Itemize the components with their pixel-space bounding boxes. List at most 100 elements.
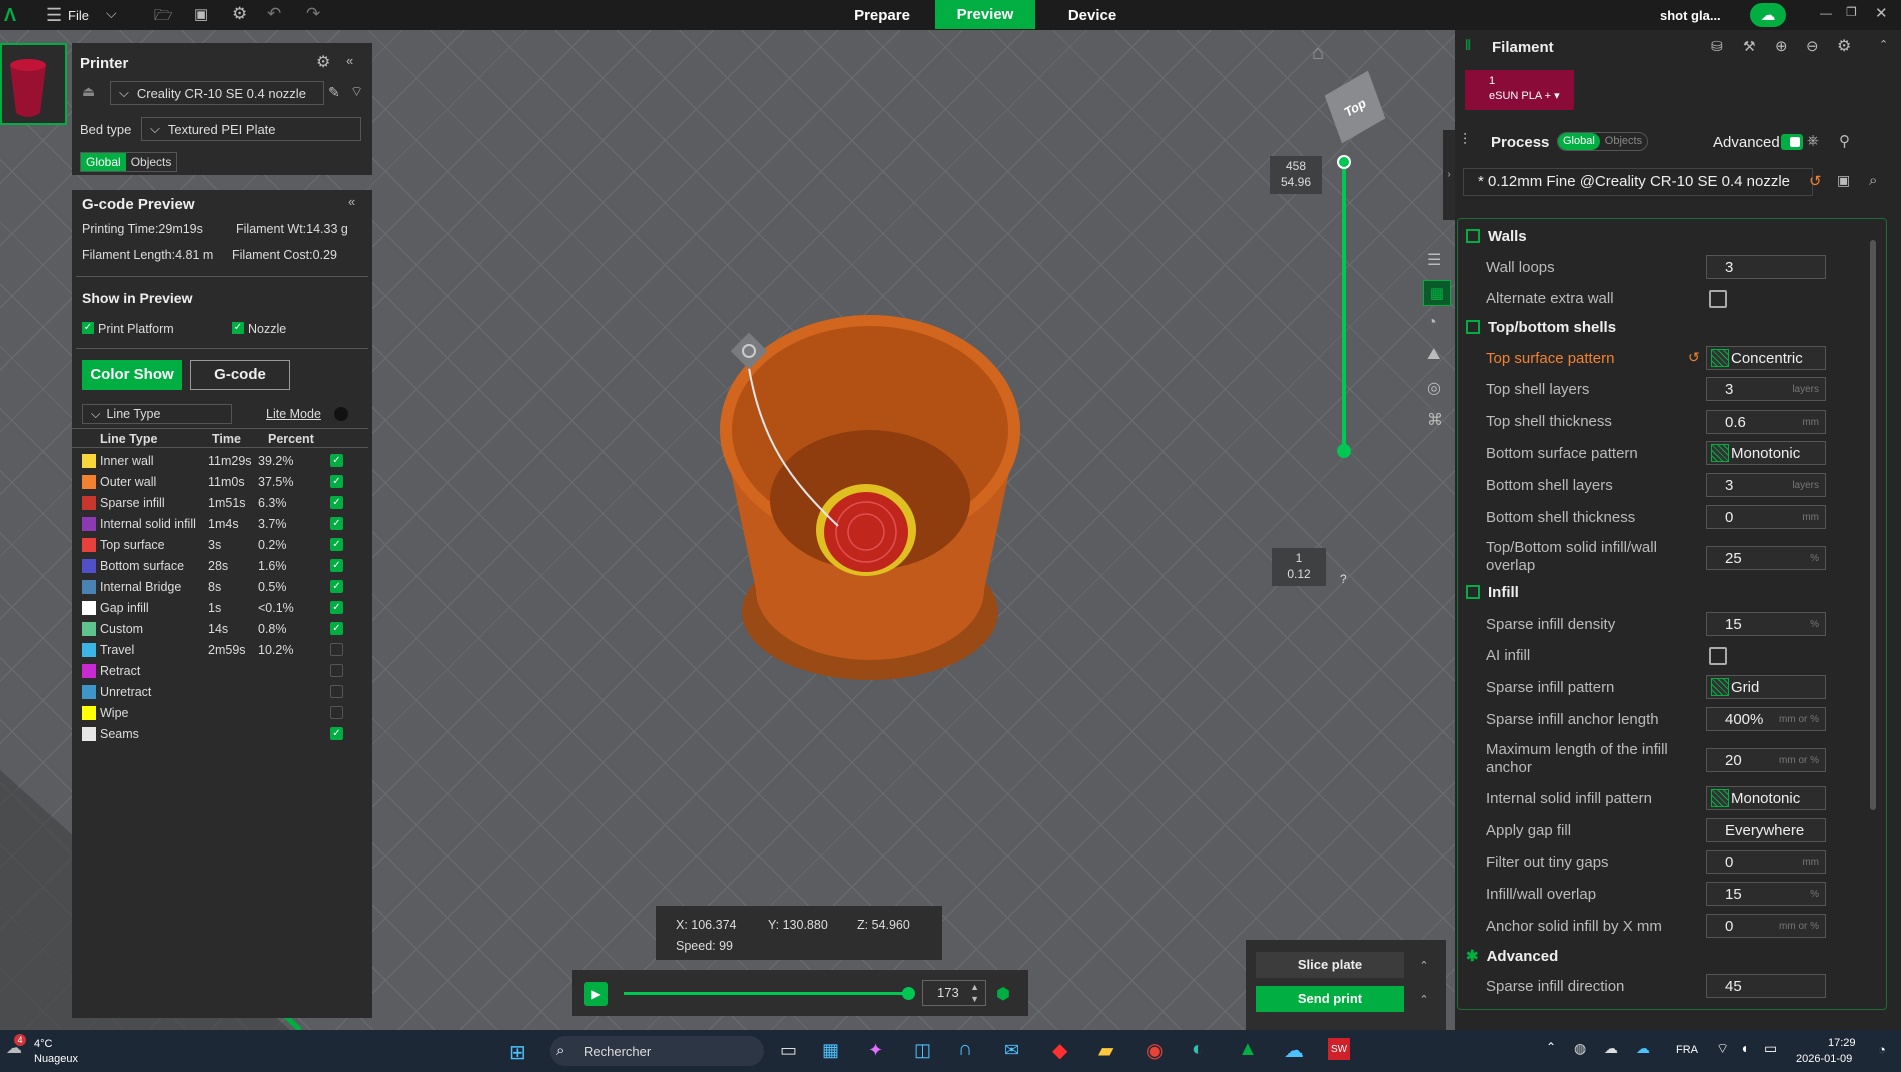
tab-prepare[interactable]: Prepare [836,0,928,30]
save-icon[interactable]: ▣ [1837,172,1850,189]
line-type-select[interactable]: ⌵ Line Type [82,404,232,424]
slice-view-icon[interactable]: ▦ [1423,280,1451,306]
lite-mode-toggle[interactable] [334,407,348,421]
send-expand-icon[interactable]: ⌃ [1412,986,1436,1012]
bottom-thickness-input[interactable]: 0 mm [1706,505,1826,529]
redo-icon[interactable]: ↷ [306,4,320,24]
clock-time[interactable]: 17:29 [1828,1037,1856,1049]
task-view-icon[interactable]: ▭ [780,1040,797,1061]
filament-sync-icon[interactable]: ⛁ [1711,38,1723,55]
collapse-icon[interactable]: « [348,194,355,209]
edit-icon[interactable]: ✎ [328,84,340,101]
wand-icon[interactable]: ⚲ [1839,132,1850,150]
send-print-button[interactable]: Send print [1256,986,1404,1012]
speed-icon[interactable]: ◔ [1427,314,1437,332]
cube-icon[interactable]: ⬢ [996,984,1010,1004]
layer-slider-bottom-handle[interactable] [1337,444,1351,458]
tiny-gaps-input[interactable]: 0 mm [1706,850,1826,874]
ai-infill-checkbox[interactable] [1709,647,1727,665]
arrange-icon[interactable]: ⌘ [1427,410,1443,430]
collapse-handle[interactable]: › [1443,130,1455,220]
add-icon[interactable]: ⊕ [1775,37,1788,55]
move-step-input[interactable]: 173 ▲ ▼ [922,980,986,1006]
bottom-pattern-select[interactable]: Monotonic [1706,441,1826,465]
line-type-visibility-checkbox[interactable]: ✓ [330,727,343,740]
anchor-solid-input[interactable]: 0 mm or % [1706,914,1826,938]
line-type-visibility-checkbox[interactable]: ✓ [330,454,343,467]
infill-wall-overlap-input[interactable]: 15% [1706,882,1826,906]
solidworks-icon[interactable]: SW [1328,1038,1350,1060]
line-type-visibility-checkbox[interactable]: ✓ [330,538,343,551]
collapse-icon[interactable]: ⌃ [1879,38,1888,51]
top-pattern-select[interactable]: Concentric [1706,346,1826,370]
chevron-down-icon[interactable]: ⌵ [106,5,117,22]
wall-loops-input[interactable]: 3 [1706,255,1826,279]
move-slider-track[interactable] [624,992,910,995]
edge-icon[interactable]: ◐ [1192,1038,1204,1061]
remove-icon[interactable]: ⊖ [1806,37,1819,55]
volume-icon[interactable]: ◖ [1740,1040,1748,1056]
global-toggle[interactable]: Global [81,153,126,171]
stepper-icon[interactable]: ▲ ▼ [970,981,979,1005]
chrome-icon[interactable]: ◉ [1146,1038,1163,1063]
save-icon[interactable]: ▣ [194,5,208,23]
objects-toggle[interactable]: Objects [1600,133,1647,150]
line-type-visibility-checkbox[interactable]: ✓ [330,580,343,593]
close-icon[interactable]: ✕ [1875,4,1888,22]
slice-plate-button[interactable]: Slice plate [1256,952,1404,978]
top-layers-input[interactable]: 3 layers [1706,377,1826,401]
top-thickness-input[interactable]: 0.6 mm [1706,410,1826,434]
taskbar-search[interactable]: ⌕ Rechercher [550,1036,764,1066]
move-slider-handle[interactable] [902,987,915,1000]
home-icon[interactable]: ⌂ [1312,42,1324,65]
revert-icon[interactable]: ↺ [1688,349,1700,366]
printer-select[interactable]: ⌵ Creality CR-10 SE 0.4 nozzle [110,81,324,105]
notification-icon[interactable]: ◔ [1878,1042,1886,1057]
measure-icon[interactable]: ⛰ [1427,346,1440,364]
minimize-icon[interactable]: — [1820,6,1832,20]
target-icon[interactable]: ◎ [1427,378,1441,398]
help-label[interactable]: ? [1340,572,1347,586]
line-type-visibility-checkbox[interactable] [330,643,343,656]
outlook-icon[interactable]: ◫ [914,1040,931,1061]
tab-device[interactable]: Device [1046,0,1138,30]
anchor-length-input[interactable]: 400% mm or % [1706,707,1826,731]
filament-settings-icon[interactable]: ⚒ [1743,38,1756,55]
alternate-wall-checkbox[interactable] [1709,290,1727,308]
file-explorer-icon[interactable]: ▰ [1098,1038,1113,1063]
line-type-visibility-checkbox[interactable]: ✓ [330,475,343,488]
tray-app-icon[interactable]: ◍ [1574,1040,1586,1057]
gear-icon[interactable]: ⚙ [1837,36,1851,56]
tray-chevron-icon[interactable]: ⌃ [1546,1040,1556,1054]
open-folder-icon[interactable]: 🗁 [154,5,173,30]
language-indicator[interactable]: FRA [1676,1044,1698,1056]
print-platform-checkbox[interactable]: ✓ [82,322,94,334]
tab-preview[interactable]: Preview [935,0,1035,29]
infill-pattern-select[interactable]: Grid [1706,675,1826,699]
advanced-toggle[interactable] [1781,134,1803,150]
line-type-visibility-checkbox[interactable]: ✓ [330,601,343,614]
line-type-visibility-checkbox[interactable] [330,685,343,698]
layers-icon[interactable]: ☰ [1427,250,1441,270]
line-type-visibility-checkbox[interactable] [330,664,343,677]
plate-thumbnail[interactable] [0,43,67,125]
revert-icon[interactable]: ↺ [1809,172,1822,190]
copilot-icon[interactable]: ✦ [868,1040,883,1061]
nozzle-checkbox[interactable]: ✓ [232,322,244,334]
line-type-visibility-checkbox[interactable]: ✓ [330,517,343,530]
line-type-visibility-checkbox[interactable]: ✓ [330,622,343,635]
settings-icon[interactable]: ⚙ [232,4,247,24]
mail-icon[interactable]: ✉ [1004,1040,1019,1061]
line-type-visibility-checkbox[interactable]: ✓ [330,559,343,572]
printer-settings-icon[interactable]: ⚙ [316,52,330,72]
tray-sync-icon[interactable]: ☁ [1604,1040,1618,1057]
process-preset-select[interactable]: * 0.12mm Fine @Creality CR-10 SE 0.4 noz… [1463,168,1813,196]
app-cloud-icon[interactable]: ☁ [1284,1038,1304,1063]
line-type-visibility-checkbox[interactable]: ✓ [330,496,343,509]
play-icon[interactable]: ▶ [584,982,608,1006]
compare-icon[interactable]: ⎈ [1807,132,1819,149]
bed-type-select[interactable]: ⌵ Textured PEI Plate [141,117,361,141]
orcaslicer-icon[interactable]: ▲ [1238,1038,1258,1061]
slice-expand-icon[interactable]: ⌃ [1412,952,1436,978]
onedrive-icon[interactable]: ☁ [1636,1040,1650,1057]
